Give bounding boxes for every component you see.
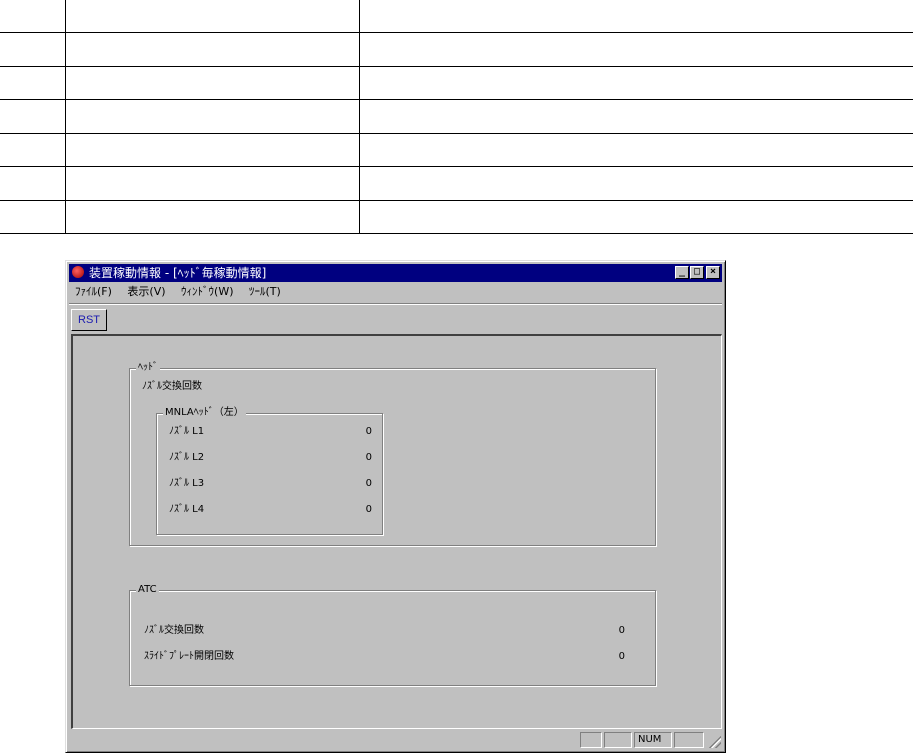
nozzle-l1-label: ﾉｽﾞﾙ L1 — [169, 426, 205, 437]
atc-nozzle-exchange-label: ﾉｽﾞﾙ交換回数 — [144, 625, 204, 636]
table-row — [0, 65, 913, 101]
table-row — [0, 132, 913, 168]
status-pane-2 — [604, 732, 632, 748]
document-table — [0, 0, 913, 235]
menu-bar: ﾌｧｲﾙ(F) 表示(V) ｳｨﾝﾄﾞｳ(W) ﾂｰﾙ(T) — [69, 283, 722, 301]
table-row — [0, 0, 913, 34]
atc-group: ATC ﾉｽﾞﾙ交換回数 0 ｽﾗｲﾄﾞﾌﾟﾚｰﾄ開閉回数 0 — [129, 583, 656, 686]
title-bar[interactable]: 装置稼動情報 - [ﾍｯﾄﾞ毎稼動情報] _ □ × — [69, 264, 722, 282]
minimize-button[interactable]: _ — [675, 266, 689, 279]
mnla-head-left-group: MNLAﾍｯﾄﾞ（左） ﾉｽﾞﾙ L1 0 ﾉｽﾞﾙ L2 0 ﾉｽﾞﾙ L3 … — [156, 406, 383, 535]
status-pane-4 — [674, 732, 704, 748]
table-row — [0, 32, 913, 67]
slide-plate-open-close-label: ｽﾗｲﾄﾞﾌﾟﾚｰﾄ開閉回数 — [144, 651, 234, 662]
nozzle-l4-label: ﾉｽﾞﾙ L4 — [169, 504, 205, 515]
menu-tools[interactable]: ﾂｰﾙ(T) — [243, 283, 287, 301]
nozzle-l4-value: 0 — [365, 504, 372, 515]
nozzle-exchange-count-heading: ﾉｽﾞﾙ交換回数 — [142, 381, 202, 392]
head-group: ﾍｯﾄﾞ ﾉｽﾞﾙ交換回数 MNLAﾍｯﾄﾞ（左） ﾉｽﾞﾙ L1 0 ﾉｽﾞﾙ… — [129, 361, 656, 546]
toolbar-separator — [69, 303, 722, 305]
nozzle-l2-value: 0 — [365, 452, 372, 463]
window-title: 装置稼動情報 - [ﾍｯﾄﾞ毎稼動情報] — [89, 266, 267, 280]
status-num-indicator: NUM — [634, 732, 672, 748]
resize-grip-icon[interactable] — [709, 736, 721, 748]
mnla-head-left-legend: MNLAﾍｯﾄﾞ（左） — [163, 406, 246, 420]
table-row — [0, 199, 913, 235]
nozzle-l3-label: ﾉｽﾞﾙ L3 — [169, 478, 205, 489]
close-button[interactable]: × — [706, 266, 720, 279]
atc-group-legend: ATC — [136, 583, 159, 597]
nozzle-l1-value: 0 — [365, 426, 372, 437]
status-pane-1 — [580, 732, 602, 748]
menu-file[interactable]: ﾌｧｲﾙ(F) — [69, 283, 118, 301]
table-row — [0, 99, 913, 134]
nozzle-l3-value: 0 — [365, 478, 372, 489]
app-window: 装置稼動情報 - [ﾍｯﾄﾞ毎稼動情報] _ □ × ﾌｧｲﾙ(F) 表示(V)… — [65, 260, 726, 753]
atc-nozzle-exchange-value: 0 — [618, 625, 625, 636]
client-area: ﾍｯﾄﾞ ﾉｽﾞﾙ交換回数 MNLAﾍｯﾄﾞ（左） ﾉｽﾞﾙ L1 0 ﾉｽﾞﾙ… — [71, 334, 722, 729]
menu-window[interactable]: ｳｨﾝﾄﾞｳ(W) — [175, 283, 239, 301]
status-bar: NUM — [69, 731, 722, 749]
app-icon[interactable] — [72, 266, 84, 278]
table-row — [0, 166, 913, 201]
nozzle-l2-label: ﾉｽﾞﾙ L2 — [169, 452, 205, 463]
slide-plate-open-close-value: 0 — [618, 651, 625, 662]
menu-view[interactable]: 表示(V) — [121, 283, 171, 301]
head-group-legend: ﾍｯﾄﾞ — [136, 361, 160, 375]
rst-button[interactable]: RST — [71, 309, 107, 331]
maximize-button[interactable]: □ — [690, 266, 704, 279]
